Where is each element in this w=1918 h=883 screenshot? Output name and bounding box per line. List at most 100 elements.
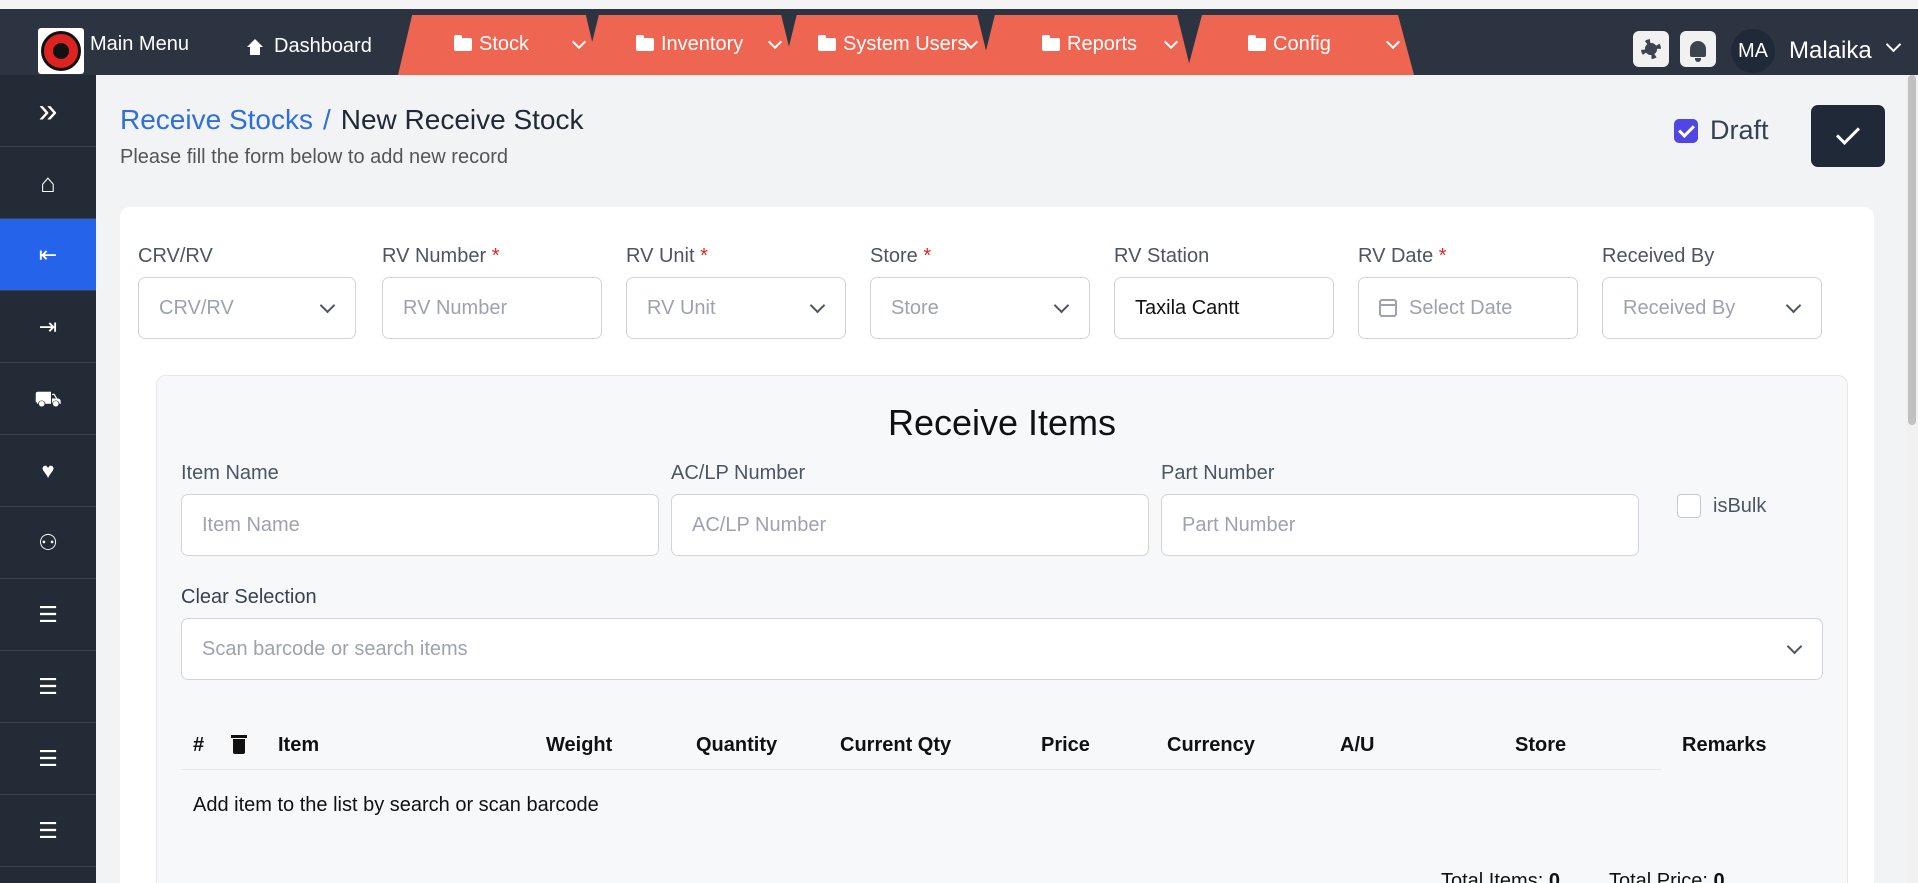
sidebar-item-issue[interactable]: ⇥ bbox=[0, 291, 96, 363]
sidebar-item-stack-1[interactable]: ☰ bbox=[0, 579, 96, 651]
sidebar-item-stack-3[interactable]: ☰ bbox=[0, 723, 96, 795]
item-name-input[interactable]: Item Name bbox=[181, 494, 659, 556]
username[interactable]: Malaika bbox=[1789, 37, 1872, 65]
avatar[interactable]: MA bbox=[1731, 29, 1775, 73]
tab-config[interactable]: Config bbox=[1186, 15, 1414, 75]
tab-stock-label: Stock bbox=[479, 33, 530, 55]
truck-icon: ⛟ bbox=[34, 385, 62, 411]
sidebar-item-favorites[interactable]: ♥ bbox=[0, 435, 96, 507]
rv-station-input[interactable]: Taxila Cantt bbox=[1114, 277, 1334, 339]
column-header: Current Qty bbox=[840, 734, 952, 756]
part-number-input[interactable]: Part Number bbox=[1161, 494, 1639, 556]
chevron-down-icon bbox=[1053, 297, 1070, 314]
column-header: Store bbox=[1515, 734, 1567, 756]
main-menu-tab[interactable]: Main Menu bbox=[0, 15, 214, 75]
part-number-label: Part Number bbox=[1161, 462, 1275, 484]
receive-icon: ⇤ bbox=[38, 241, 58, 267]
rv-number-input[interactable]: RV Number bbox=[382, 277, 602, 339]
breadcrumb: Receive Stocks / New Receive Stock bbox=[120, 104, 584, 136]
folder-icon bbox=[636, 35, 654, 51]
sidebar-item-home[interactable]: ⌂ bbox=[0, 147, 96, 219]
received-by-select[interactable]: Received By bbox=[1602, 277, 1822, 339]
scrollbar-thumb[interactable] bbox=[1908, 75, 1916, 425]
column-header: Weight bbox=[546, 734, 613, 756]
dashboard-tab[interactable]: Dashboard bbox=[210, 15, 388, 75]
item-search-select[interactable]: Scan barcode or search items bbox=[181, 618, 1823, 680]
breadcrumb-link[interactable]: Receive Stocks bbox=[120, 104, 313, 136]
sidebar-item-transfer[interactable]: ⛟ bbox=[0, 363, 96, 435]
rv-unit-label: RV Unit * bbox=[626, 245, 708, 267]
sidebar-item-stack-2[interactable]: ☰ bbox=[0, 651, 96, 723]
form-card: CRV/RV CRV/RV RV Number * RV Number RV U… bbox=[120, 207, 1874, 883]
settings-button[interactable] bbox=[1633, 31, 1669, 67]
tab-reports[interactable]: Reports bbox=[980, 15, 1192, 75]
tab-stock[interactable]: Stock bbox=[398, 15, 600, 75]
main-menu-label: Main Menu bbox=[90, 33, 189, 55]
tab-system-users[interactable]: System Users bbox=[782, 15, 992, 75]
issue-icon: ⇥ bbox=[38, 313, 58, 339]
main-content: Receive Stocks / New Receive Stock Pleas… bbox=[96, 75, 1918, 883]
notifications-button[interactable] bbox=[1680, 31, 1716, 67]
sidebar-item-users[interactable]: ⚇ bbox=[0, 507, 96, 579]
is-bulk-toggle[interactable]: isBulk bbox=[1677, 494, 1766, 518]
clear-selection-link[interactable]: Clear Selection bbox=[181, 586, 1823, 610]
rv-unit-placeholder: RV Unit bbox=[647, 296, 716, 319]
store-select[interactable]: Store bbox=[870, 277, 1090, 339]
items-empty-message: Add item to the list by search or scan b… bbox=[193, 794, 599, 816]
chevron-down-icon[interactable] bbox=[1885, 36, 1902, 53]
gear-icon bbox=[1641, 39, 1661, 59]
rv-date-label: RV Date * bbox=[1358, 245, 1447, 267]
rv-station-field: RV Station Taxila Cantt bbox=[1114, 245, 1334, 339]
bell-icon bbox=[1690, 41, 1706, 62]
tab-reports-label: Reports bbox=[1067, 33, 1138, 55]
total-items: Total Items: 0 bbox=[1441, 870, 1560, 883]
item-name-label: Item Name bbox=[181, 462, 279, 484]
draft-checkbox[interactable] bbox=[1674, 118, 1698, 143]
column-header: Item bbox=[278, 734, 320, 756]
top-navbar: Main Menu Dashboard Stock Inventory Syst… bbox=[0, 9, 1918, 75]
item-name-placeholder: Item Name bbox=[202, 513, 300, 536]
layers-icon: ☰ bbox=[38, 745, 58, 771]
draft-toggle[interactable]: Draft bbox=[1674, 115, 1769, 146]
rv-station-value: Taxila Cantt bbox=[1135, 296, 1240, 319]
page-scrollbar[interactable] bbox=[1906, 75, 1918, 883]
heart-icon: ♥ bbox=[41, 457, 55, 483]
draft-label: Draft bbox=[1710, 115, 1769, 145]
column-header: Remarks bbox=[1682, 734, 1767, 756]
receive-items-title: Receive Items bbox=[887, 402, 1117, 443]
aclp-field: AC/LP Number AC/LP Number bbox=[671, 462, 1149, 556]
rv-unit-select[interactable]: RV Unit bbox=[626, 277, 846, 339]
column-header: Currency bbox=[1167, 734, 1255, 756]
crv-placeholder: CRV/RV bbox=[159, 296, 234, 319]
is-bulk-label: isBulk bbox=[1713, 494, 1767, 517]
users-icon: ⚇ bbox=[38, 529, 58, 555]
browser-top-strip bbox=[0, 0, 1918, 9]
aclp-placeholder: AC/LP Number bbox=[692, 513, 827, 536]
tab-system-users-label: System Users bbox=[843, 33, 968, 55]
aclp-input[interactable]: AC/LP Number bbox=[671, 494, 1149, 556]
store-label: Store * bbox=[870, 245, 932, 267]
part-number-field: Part Number Part Number bbox=[1161, 462, 1639, 556]
chevron-down-icon bbox=[809, 297, 826, 314]
rv-date-field: RV Date * Select Date bbox=[1358, 245, 1578, 339]
aclp-label: AC/LP Number bbox=[671, 462, 806, 484]
is-bulk-checkbox[interactable] bbox=[1677, 494, 1701, 518]
dashboard-label: Dashboard bbox=[274, 35, 372, 57]
rv-unit-field: RV Unit * RV Unit bbox=[626, 245, 846, 339]
trash-icon bbox=[231, 735, 247, 754]
store-placeholder: Store bbox=[891, 296, 939, 319]
received-by-field: Received By Received By bbox=[1602, 245, 1822, 339]
chevron-down-icon bbox=[1786, 638, 1803, 655]
sidebar-item-receive[interactable]: ⇤ bbox=[0, 219, 96, 291]
item-search-field: Clear Selection Scan barcode or search i… bbox=[181, 586, 1823, 680]
sidebar-item-expand[interactable]: » bbox=[0, 75, 96, 147]
crv-field: CRV/RV CRV/RV bbox=[138, 245, 356, 339]
app-logo bbox=[38, 28, 84, 74]
tab-inventory[interactable]: Inventory bbox=[584, 15, 796, 75]
sidebar-item-stack-4[interactable]: ☰ bbox=[0, 795, 96, 867]
rv-number-label: RV Number * bbox=[382, 245, 500, 267]
store-field: Store * Store bbox=[870, 245, 1090, 339]
rv-date-picker[interactable]: Select Date bbox=[1358, 277, 1578, 339]
crv-select[interactable]: CRV/RV bbox=[138, 277, 356, 339]
save-button[interactable] bbox=[1811, 105, 1885, 167]
